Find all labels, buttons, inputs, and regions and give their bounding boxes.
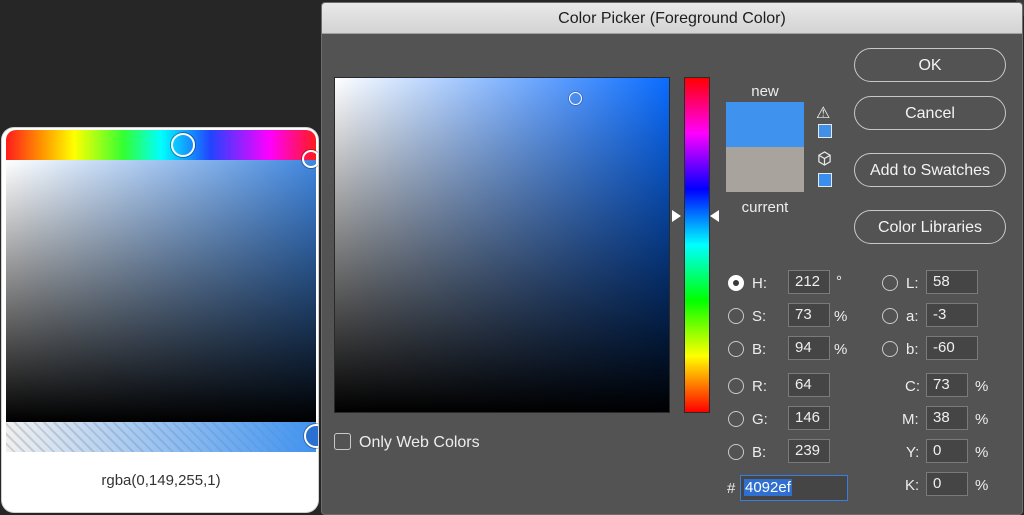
blue-radio[interactable]	[728, 444, 744, 460]
saturation-field[interactable]: 73	[788, 303, 830, 327]
popover-hue-slider[interactable]	[6, 130, 316, 160]
saturation-unit: %	[834, 308, 848, 325]
only-web-colors-label[interactable]: Only Web Colors	[359, 434, 480, 452]
popover-saturation-area[interactable]	[6, 160, 316, 422]
hex-field[interactable]: 4092ef	[740, 475, 848, 501]
web-safe-swatch[interactable]	[818, 173, 832, 187]
black-field[interactable]: 0	[926, 472, 968, 496]
yellow-field[interactable]: 0	[926, 439, 968, 463]
color-libraries-button[interactable]: Color Libraries	[854, 210, 1006, 244]
blue-field[interactable]: 239	[788, 439, 830, 463]
brightness-radio[interactable]	[728, 341, 744, 357]
color-picker-dialog: Color Picker (Foreground Color) new curr…	[321, 2, 1023, 515]
brightness-field[interactable]: 94	[788, 336, 830, 360]
hue-slider-arrow-left-icon[interactable]	[672, 210, 681, 222]
yellow-unit: %	[975, 444, 989, 461]
green-label: G:	[752, 411, 768, 428]
green-radio[interactable]	[728, 411, 744, 427]
popover-hue-handle[interactable]	[171, 133, 195, 157]
brightness-label: B:	[752, 341, 767, 358]
red-field[interactable]: 64	[788, 373, 830, 397]
black-unit: %	[975, 477, 989, 494]
magenta-label: M:	[902, 411, 919, 428]
new-color-label: new	[751, 83, 779, 100]
hue-slider-arrow-right-icon[interactable]	[710, 210, 719, 222]
lab-b-label: b:	[906, 341, 919, 358]
add-to-swatches-button[interactable]: Add to Swatches	[854, 153, 1006, 187]
saturation-label: S:	[752, 308, 767, 325]
lab-l-radio[interactable]	[882, 275, 898, 291]
hue-slider[interactable]	[684, 77, 710, 413]
cyan-field[interactable]: 73	[926, 373, 968, 397]
hex-value[interactable]: 4092ef	[744, 479, 792, 496]
only-web-colors-checkbox[interactable]	[334, 433, 351, 450]
hue-unit: °	[836, 273, 842, 290]
hue-radio[interactable]	[728, 275, 744, 291]
hue-label: H:	[752, 275, 767, 292]
brightness-unit: %	[834, 341, 848, 358]
current-color-swatch[interactable]	[726, 147, 804, 192]
ok-button[interactable]: OK	[854, 48, 1006, 82]
browser-color-picker-popover: rgba(0,149,255,1)	[2, 128, 318, 512]
color-field-cursor[interactable]	[569, 92, 582, 105]
new-color-swatch	[726, 102, 804, 147]
saturation-radio[interactable]	[728, 308, 744, 324]
lab-a-field[interactable]: -3	[926, 303, 978, 327]
lab-a-label: a:	[906, 308, 919, 325]
lab-b-radio[interactable]	[882, 341, 898, 357]
color-field[interactable]	[334, 77, 670, 413]
cancel-button[interactable]: Cancel	[854, 96, 1006, 130]
popover-saturation-handle[interactable]	[302, 150, 318, 168]
hue-field[interactable]: 212	[788, 270, 830, 294]
warning-triangle-icon[interactable]: ⚠	[816, 103, 830, 123]
cyan-label: C:	[905, 378, 920, 395]
green-field[interactable]: 146	[788, 406, 830, 430]
lab-b-field[interactable]: -60	[926, 336, 978, 360]
blue-label: B:	[752, 444, 767, 461]
magenta-field[interactable]: 38	[926, 406, 968, 430]
current-color-label: current	[741, 199, 789, 216]
black-label: K:	[905, 477, 920, 494]
hex-label: #	[727, 480, 736, 497]
gamut-warning-swatch[interactable]	[818, 124, 832, 138]
dialog-title: Color Picker (Foreground Color)	[322, 3, 1022, 34]
lab-l-field[interactable]: 58	[926, 270, 978, 294]
lab-l-label: L:	[906, 275, 919, 292]
lab-a-radio[interactable]	[882, 308, 898, 324]
red-radio[interactable]	[728, 378, 744, 394]
popover-color-value: rgba(0,149,255,1)	[101, 472, 221, 489]
cube-icon[interactable]	[817, 151, 832, 170]
yellow-label: Y:	[906, 444, 920, 461]
cyan-unit: %	[975, 378, 989, 395]
magenta-unit: %	[975, 411, 989, 428]
red-label: R:	[752, 378, 767, 395]
popover-alpha-slider[interactable]	[6, 422, 316, 452]
